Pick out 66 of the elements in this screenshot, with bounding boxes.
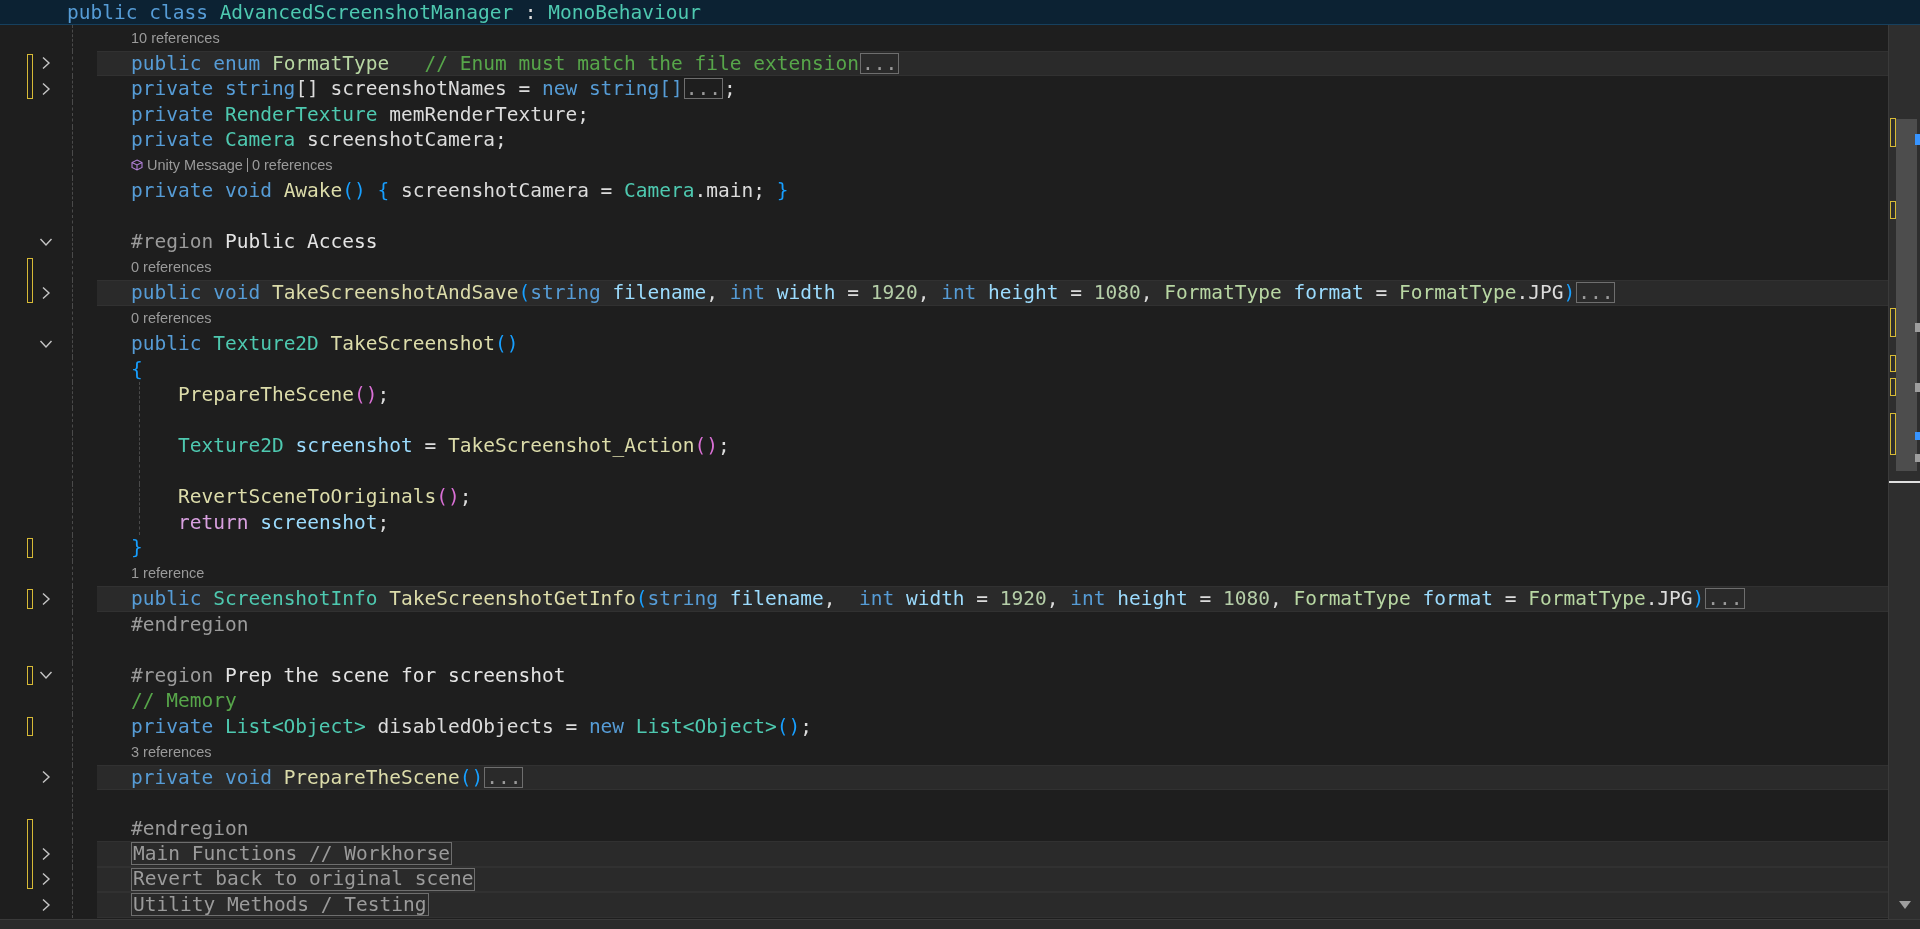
code-line: #region Public Access [131,230,378,254]
code-line: RevertSceneToOriginals(); [178,485,472,509]
code-line: public enum FormatType // Enum must match the file extension [131,51,859,75]
chevron-right-icon[interactable] [41,846,51,861]
chevron-down-icon[interactable] [39,236,53,247]
horizontal-scrollbar[interactable] [0,919,1920,929]
code-line: public void TakeScreenshotAndSave(string filename, int width = 1920, int height = 1080, FormatType format = FormatType.JPG) [131,281,1576,305]
chevron-right-icon[interactable] [41,897,51,912]
collapsed-code-button[interactable]: ... [683,78,724,100]
code-line: } [131,536,143,560]
collapsed-region-button[interactable]: Revert back to original scene [131,867,476,891]
chevron-right-icon[interactable] [41,770,51,785]
change-marker [1890,355,1896,372]
references-link[interactable]: 0 references [131,310,216,327]
collapsed-region-button[interactable]: Utility Methods / Testing [131,893,429,917]
overview-ruler[interactable] [1888,25,1920,919]
chevron-right-icon[interactable] [41,591,51,606]
change-marker [1890,378,1896,396]
chevron-right-icon[interactable] [41,56,51,71]
collapsed-code-button[interactable]: ... [484,766,524,788]
ruler-marker [1915,134,1920,145]
code-line: private string[] screenshotNames = new string[] [131,77,683,101]
caret-position-line [1889,481,1920,483]
cube-icon [131,159,143,172]
collapsed-code-button[interactable]: ... [1705,588,1745,610]
collapsed-code-button[interactable]: ... [1576,282,1616,304]
references-link[interactable]: Unity Message [147,157,247,174]
references-link[interactable]: 0 references [246,158,337,173]
ruler-marker [1915,432,1920,440]
code-line: // Memory [131,689,237,713]
change-marker [1890,413,1896,455]
code-line: ; [724,77,736,101]
code-line: private void PrepareTheScene() [131,765,484,789]
chevron-down-icon[interactable] [39,670,53,681]
collapsed-code-button[interactable]: ... [859,52,900,74]
references-link[interactable]: 10 references [131,29,224,46]
code-line: private Camera screenshotCamera; [131,128,507,152]
chevron-right-icon[interactable] [41,872,51,887]
code-line: #endregion [131,612,249,636]
collapsed-region-button[interactable]: Main Functions // Workhorse [131,842,452,866]
code-line: public ScreenshotInfo TakeScreenshotGetInfo(string filename, int width = 1920, int height = 1080, FormatType format = FormatType.JPG) [131,587,1705,611]
scroll-thumb[interactable] [1896,119,1917,471]
code-line: public class AdvancedScreenshotManager : MonoBehaviour [67,0,701,24]
ruler-marker [1915,454,1920,462]
references-link[interactable]: 1 reference [131,565,209,582]
references-link[interactable]: 3 references [131,743,216,760]
ruler-marker [1915,323,1920,332]
code-line: Texture2D screenshot = TakeScreenshot_Action(); [178,434,730,458]
code-line: private RenderTexture memRenderTexture; [131,102,589,126]
code-line: private void Awake() { screenshotCamera = Camera.main; } [131,179,789,203]
change-marker [1890,308,1896,337]
code-line: public Texture2D TakeScreenshot() [131,332,519,356]
chevron-right-icon[interactable] [41,81,51,96]
code-line: #region Prep the scene for screenshot [131,663,566,687]
change-marker [1890,118,1896,147]
code-line: PrepareTheScene(); [178,383,390,407]
code-line: private List<Object> disabledObjects = new List<Object>(); [131,714,812,738]
chevron-right-icon[interactable] [41,285,51,300]
ruler-marker [1915,383,1920,392]
change-marker [1890,201,1896,219]
code-line: #endregion [131,816,249,840]
code-line: { [131,357,143,381]
references-link[interactable]: 0 references [131,259,216,276]
scroll-down-icon[interactable] [1899,901,1911,909]
chevron-down-icon[interactable] [39,338,53,349]
code-line: return screenshot; [178,510,390,534]
